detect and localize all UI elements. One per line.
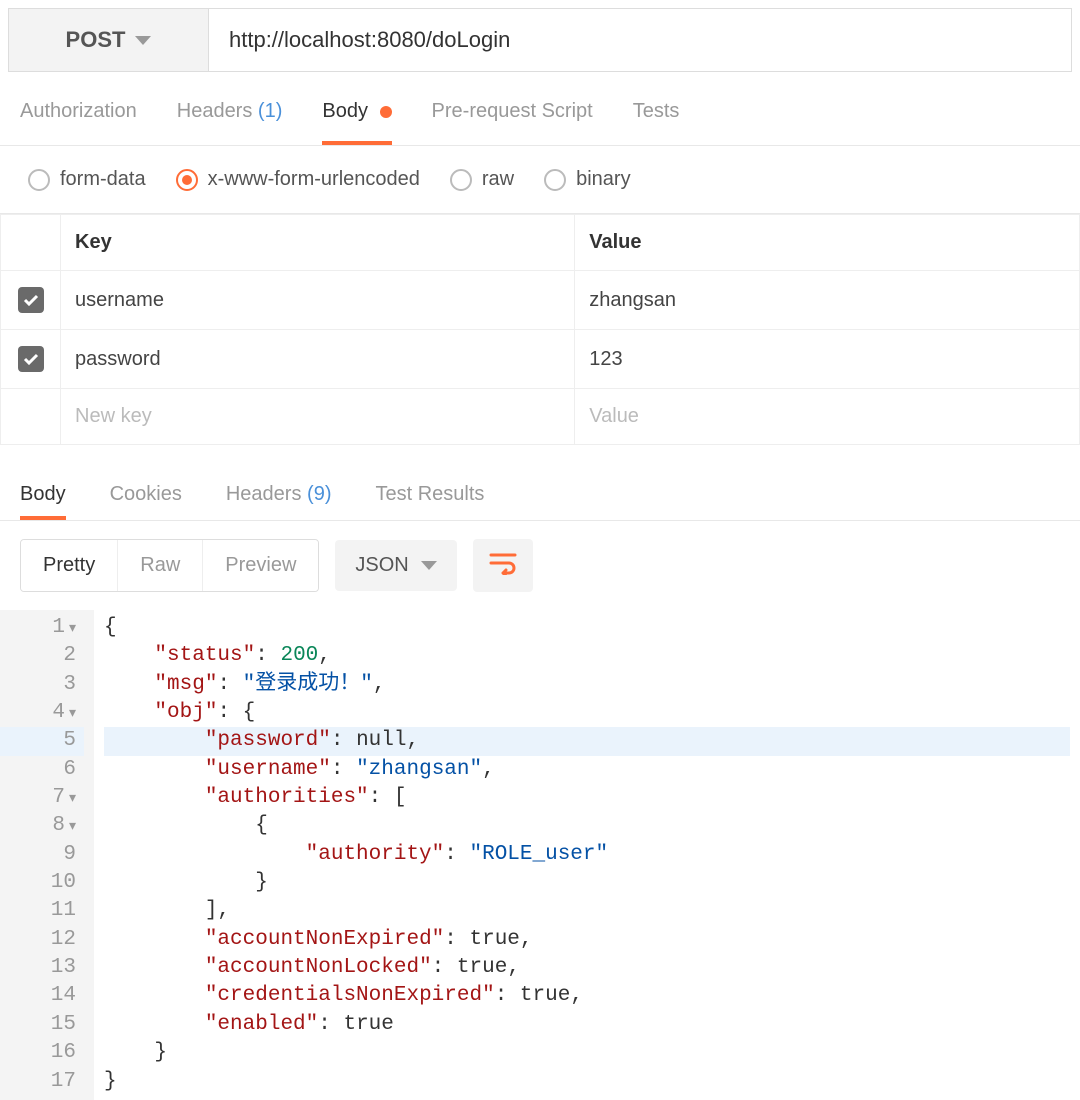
radio-icon [176,169,198,191]
http-method-label: POST [66,27,126,53]
params-header-value: Value [575,215,1080,271]
resp-tab-headers-count: (9) [307,483,331,505]
param-value-cell[interactable]: zhangsan [575,271,1080,330]
code-content: { "status": 200, "msg": "登录成功！", "obj": … [94,610,1080,1100]
table-row: username zhangsan [1,271,1080,330]
params-header-key: Key [61,215,575,271]
unsaved-dot-icon [380,106,392,118]
tab-body-label: Body [322,100,368,122]
request-bar: POST [8,8,1072,72]
wrap-icon [489,551,517,575]
radio-raw-label: raw [482,168,514,191]
params-table: Key Value username zhangsan password 123… [0,214,1080,445]
param-value-placeholder[interactable]: Value [575,389,1080,445]
request-tabs: Authorization Headers (1) Body Pre-reque… [0,80,1080,146]
tab-tests[interactable]: Tests [633,100,680,145]
tab-headers-label: Headers [177,100,253,122]
radio-form-data-label: form-data [60,168,146,191]
radio-icon [450,169,472,191]
radio-urlencoded[interactable]: x-www-form-urlencoded [176,168,420,191]
wrap-lines-button[interactable] [473,539,533,592]
tab-body[interactable]: Body [322,100,391,145]
radio-icon [544,169,566,191]
tab-authorization[interactable]: Authorization [20,100,137,145]
row-checkbox[interactable] [18,287,44,313]
radio-urlencoded-label: x-www-form-urlencoded [208,168,420,191]
table-row: password 123 [1,330,1080,389]
param-key-cell[interactable]: username [61,271,575,330]
radio-raw[interactable]: raw [450,168,514,191]
param-value-cell[interactable]: 123 [575,330,1080,389]
radio-form-data[interactable]: form-data [28,168,146,191]
body-type-selector: form-data x-www-form-urlencoded raw bina… [0,146,1080,214]
tab-headers-count: (1) [258,100,282,122]
response-tabs: Body Cookies Headers (9) Test Results [0,455,1080,521]
radio-icon [28,169,50,191]
resp-tab-headers[interactable]: Headers (9) [226,483,332,520]
radio-binary-label: binary [576,168,630,191]
resp-tab-headers-label: Headers [226,483,302,505]
view-preview-button[interactable]: Preview [202,540,318,591]
resp-tab-body[interactable]: Body [20,483,66,520]
tab-headers[interactable]: Headers (1) [177,100,283,145]
http-method-select[interactable]: POST [9,9,209,71]
response-lang-select[interactable]: JSON [335,540,456,591]
param-key-placeholder[interactable]: New key [61,389,575,445]
resp-tab-cookies[interactable]: Cookies [110,483,182,520]
tab-pre-request[interactable]: Pre-request Script [432,100,593,145]
params-header-row: Key Value [1,215,1080,271]
url-input[interactable] [209,9,1071,71]
response-lang-label: JSON [355,554,408,577]
chevron-down-icon [135,36,151,45]
line-gutter: 1▾ 2 3 4▾ 5 6 7▾ 8▾ 9 10 11 12 13 14 15 … [0,610,94,1100]
response-body-viewer[interactable]: 1▾ 2 3 4▾ 5 6 7▾ 8▾ 9 10 11 12 13 14 15 … [0,610,1080,1100]
resp-tab-test-results[interactable]: Test Results [375,483,484,520]
view-pretty-button[interactable]: Pretty [21,540,117,591]
view-raw-button[interactable]: Raw [117,540,202,591]
view-mode-group: Pretty Raw Preview [20,539,319,592]
params-header-check [1,215,61,271]
table-row-new: New key Value [1,389,1080,445]
param-key-cell[interactable]: password [61,330,575,389]
radio-binary[interactable]: binary [544,168,630,191]
row-checkbox[interactable] [18,346,44,372]
response-view-controls: Pretty Raw Preview JSON [0,521,1080,610]
chevron-down-icon [421,561,437,570]
